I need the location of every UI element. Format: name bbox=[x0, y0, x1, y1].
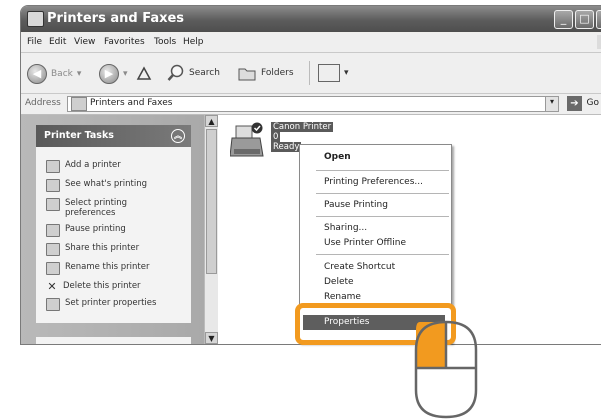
task-delete-printer[interactable]: ✕ Delete this printer bbox=[46, 281, 191, 292]
printer-count: 0 bbox=[271, 132, 281, 142]
up-folder-icon bbox=[136, 66, 152, 80]
minimize-button[interactable]: _ bbox=[554, 10, 573, 29]
task-label: Delete this printer bbox=[63, 281, 141, 291]
address-label: Address bbox=[25, 98, 61, 108]
menu-item-rename[interactable]: Rename bbox=[324, 292, 361, 299]
back-button[interactable]: ◀ Back ▾ bbox=[27, 64, 81, 84]
search-label: Search bbox=[189, 68, 220, 78]
menu-item-delete[interactable]: Delete bbox=[324, 277, 354, 287]
close-button[interactable]: X bbox=[596, 10, 601, 29]
go-label[interactable]: Go bbox=[587, 98, 599, 108]
chevron-down-icon[interactable]: ▾ bbox=[545, 97, 558, 111]
menu-help[interactable]: Help bbox=[183, 37, 204, 47]
menu-separator bbox=[316, 193, 449, 194]
pause-printer-icon bbox=[46, 224, 60, 237]
menu-file[interactable]: File bbox=[27, 37, 42, 47]
print-queue-icon bbox=[46, 179, 60, 192]
go-arrow-icon[interactable]: ➔ bbox=[567, 96, 582, 111]
task-set-properties[interactable]: Set printer properties bbox=[46, 298, 191, 311]
task-label: Select printing preferences bbox=[65, 198, 128, 218]
mouse-left-click-icon bbox=[414, 320, 478, 419]
toolbar-divider bbox=[309, 61, 310, 85]
printer-item[interactable] bbox=[229, 122, 266, 164]
scroll-down-icon[interactable]: ▼ bbox=[205, 332, 218, 344]
window-title: Printers and Faxes bbox=[47, 11, 185, 26]
menu-item-sharing[interactable]: Sharing... bbox=[324, 223, 367, 233]
task-label: Set printer properties bbox=[65, 298, 157, 308]
printer-folder-icon bbox=[27, 11, 44, 27]
task-select-preferences[interactable]: Select printing preferences bbox=[46, 198, 191, 218]
menu-separator bbox=[316, 216, 449, 217]
task-label: See what's printing bbox=[65, 179, 148, 189]
task-label: Rename this printer bbox=[65, 262, 150, 272]
menu-separator bbox=[316, 254, 449, 255]
menu-view[interactable]: View bbox=[74, 37, 95, 47]
add-printer-icon bbox=[46, 160, 60, 173]
menu-separator bbox=[316, 170, 449, 171]
printer-icon bbox=[229, 122, 264, 157]
scroll-up-icon[interactable]: ▲ bbox=[205, 115, 218, 127]
address-bar: Address Printers and Faxes ▾ ➔ Go bbox=[21, 94, 601, 115]
menu-item-printing-preferences[interactable]: Printing Preferences... bbox=[324, 177, 423, 187]
toolbar: ◀ Back ▾ ▶ ▾ Search Folders ▾ bbox=[21, 53, 601, 94]
task-see-printing[interactable]: See what's printing bbox=[46, 179, 191, 192]
menu-tools[interactable]: Tools bbox=[154, 37, 176, 47]
menu-bar: File Edit View Favorites Tools Help bbox=[21, 33, 601, 53]
task-pane: Printer Tasks ︽ Add a printer See what's… bbox=[21, 115, 204, 344]
printer-tasks-title: Printer Tasks bbox=[44, 130, 114, 141]
printer-name: Canon Printer bbox=[271, 122, 334, 132]
properties-icon bbox=[46, 298, 60, 311]
task-label: Pause printing bbox=[65, 224, 126, 234]
task-share-printer[interactable]: Share this printer bbox=[46, 243, 191, 256]
folders-button[interactable]: Folders bbox=[237, 64, 294, 82]
task-label: Add a printer bbox=[65, 160, 121, 170]
collapse-icon[interactable]: ︽ bbox=[171, 129, 185, 143]
printer-tasks-header[interactable]: Printer Tasks ︽ bbox=[36, 125, 191, 147]
chevron-down-icon: ▾ bbox=[344, 68, 349, 78]
share-printer-icon bbox=[46, 243, 60, 256]
chevron-down-icon[interactable]: ▾ bbox=[123, 69, 128, 79]
search-button[interactable]: Search bbox=[167, 64, 220, 82]
rename-icon bbox=[46, 262, 60, 275]
preferences-icon bbox=[46, 198, 60, 211]
chevron-down-icon[interactable]: ▾ bbox=[77, 69, 82, 79]
task-pause-printing[interactable]: Pause printing bbox=[46, 224, 191, 237]
views-icon bbox=[318, 64, 340, 82]
search-icon bbox=[167, 64, 184, 81]
folders-label: Folders bbox=[261, 68, 294, 78]
address-value: Printers and Faxes bbox=[90, 98, 173, 108]
task-add-printer[interactable]: Add a printer bbox=[46, 160, 191, 173]
menu-item-use-offline[interactable]: Use Printer Offline bbox=[324, 238, 406, 248]
printer-status: Ready bbox=[271, 142, 302, 152]
delete-x-icon: ✕ bbox=[47, 280, 57, 293]
back-arrow-icon: ◀ bbox=[27, 64, 47, 84]
forward-button[interactable]: ▶ ▾ bbox=[99, 64, 128, 84]
second-task-panel bbox=[36, 337, 191, 344]
scroll-thumb[interactable] bbox=[206, 129, 217, 274]
menu-edit[interactable]: Edit bbox=[49, 37, 66, 47]
vertical-scrollbar[interactable]: ▲ ▼ bbox=[204, 115, 218, 344]
forward-arrow-icon: ▶ bbox=[99, 64, 119, 84]
task-rename-printer[interactable]: Rename this printer bbox=[46, 262, 191, 275]
maximize-button[interactable]: □ bbox=[575, 10, 594, 29]
printer-tasks-panel: Printer Tasks ︽ Add a printer See what's… bbox=[36, 125, 191, 323]
address-field[interactable]: Printers and Faxes ▾ bbox=[67, 96, 559, 112]
menu-item-create-shortcut[interactable]: Create Shortcut bbox=[324, 262, 395, 272]
folders-icon bbox=[238, 68, 256, 81]
printer-folder-icon bbox=[71, 97, 87, 111]
menu-favorites[interactable]: Favorites bbox=[104, 37, 145, 47]
title-bar[interactable]: Printers and Faxes _ □ X bbox=[21, 6, 601, 32]
menu-item-open[interactable]: Open bbox=[324, 152, 351, 162]
up-folder-button[interactable] bbox=[135, 64, 153, 82]
windows-flag-icon bbox=[597, 35, 601, 49]
menu-item-pause-printing[interactable]: Pause Printing bbox=[324, 200, 388, 210]
views-button[interactable]: ▾ bbox=[318, 64, 349, 82]
back-label: Back bbox=[51, 69, 73, 79]
task-label: Share this printer bbox=[65, 243, 140, 253]
